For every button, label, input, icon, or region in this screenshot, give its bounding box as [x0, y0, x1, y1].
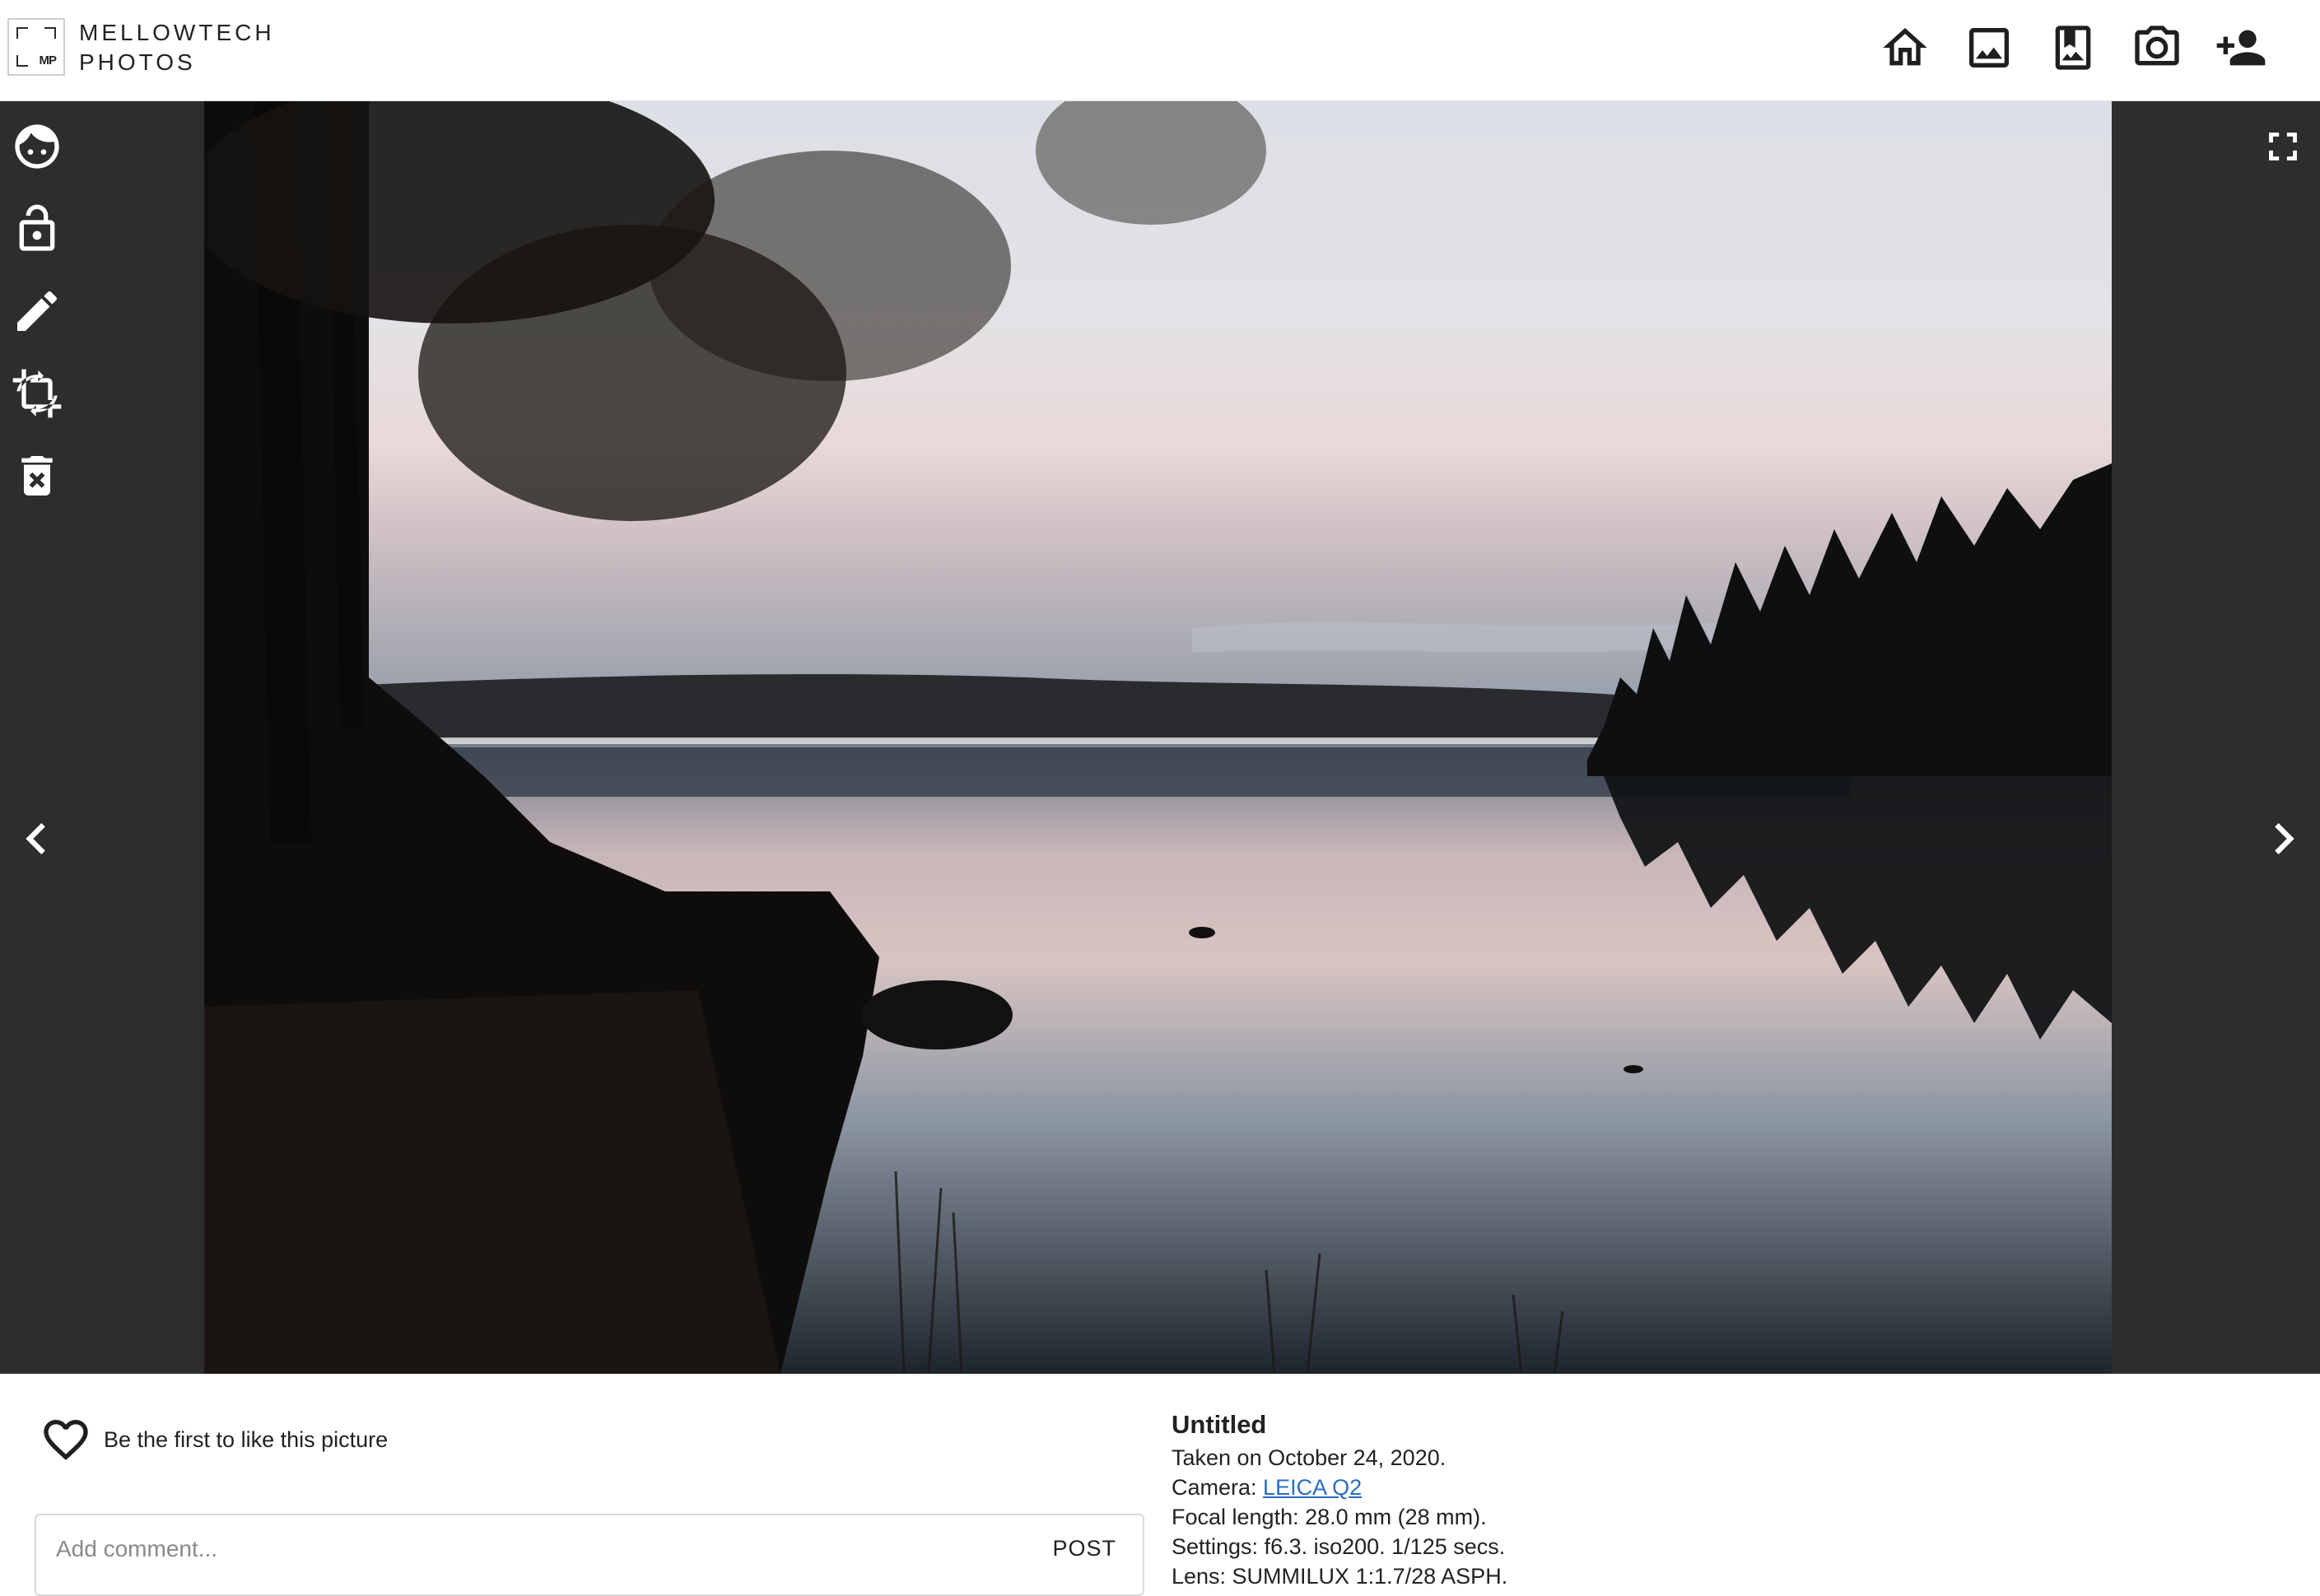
camera-label: Camera: [1172, 1475, 1264, 1500]
edit-icon [17, 291, 58, 331]
photo-title: Untitled [1172, 1410, 1267, 1439]
gallery-button[interactable] [1958, 18, 2020, 77]
camera-row: Camera: LEICA Q2 [1172, 1473, 1507, 1502]
logo-corner [16, 27, 28, 39]
comment-input[interactable] [54, 1529, 963, 1570]
image-icon [1969, 28, 2009, 67]
unlock-icon [19, 204, 55, 251]
camera-button[interactable] [2126, 18, 2188, 77]
taken-date: Taken on October 24, 2020. [1172, 1445, 1447, 1470]
exposure-settings: Settings: f6.3. iso200. 1/125 secs. [1172, 1534, 1506, 1559]
photo-canvas [204, 101, 2112, 1374]
album-icon [2055, 26, 2091, 70]
delete-icon [21, 456, 53, 496]
home-button[interactable] [1874, 18, 1936, 77]
brand-name[interactable]: MELLOWTECH PHOTOS [79, 18, 275, 77]
logo[interactable]: MP [7, 18, 65, 76]
focal-length: Focal length: 28.0 mm (28 mm). [1172, 1505, 1487, 1529]
brand-line-2: PHOTOS [79, 49, 196, 75]
face-icon [15, 124, 59, 169]
comment-box: POST [35, 1514, 1144, 1596]
like-row: Be the first to like this picture [40, 1413, 388, 1466]
like-status-text: Be the first to like this picture [104, 1426, 389, 1452]
edit-button[interactable] [8, 282, 66, 340]
logo-corner [44, 27, 56, 39]
brand-line-1: MELLOWTECH [79, 20, 275, 45]
chevron-left-icon [26, 823, 45, 854]
add-user-icon [2216, 30, 2266, 66]
photo-details-panel: Be the first to like this picture POST U… [0, 1374, 2320, 1596]
heart-icon[interactable] [40, 1413, 92, 1466]
home-icon [1883, 28, 1927, 66]
post-comment-button[interactable]: POST [1047, 1530, 1121, 1566]
delete-button[interactable] [8, 447, 66, 505]
next-photo-button[interactable] [2252, 799, 2315, 878]
add-user-button[interactable] [2210, 18, 2272, 77]
logo-mark: MP [39, 54, 57, 67]
tag-face-button[interactable] [8, 118, 66, 175]
fullscreen-button[interactable] [2254, 118, 2312, 175]
photo-info: Untitled Taken on October 24, 2020. Came… [1172, 1407, 1507, 1591]
album-button[interactable] [2042, 18, 2104, 77]
crop-rotate-button[interactable] [8, 365, 66, 422]
previous-photo-button[interactable] [5, 799, 68, 878]
chevron-right-icon [2275, 823, 2294, 854]
fullscreen-icon [2269, 133, 2297, 161]
privacy-button[interactable] [8, 200, 66, 258]
photo-viewer [0, 101, 2320, 1374]
camera-icon [2135, 26, 2179, 66]
camera-link[interactable]: LEICA Q2 [1263, 1475, 1362, 1500]
app-header: MP MELLOWTECH PHOTOS [0, 0, 2320, 101]
lake-sunset-photo[interactable] [204, 101, 2112, 1374]
crop-rotate-icon [12, 369, 62, 418]
lens-info: Lens: SUMMILUX 1:1.7/28 ASPH. [1172, 1564, 1508, 1589]
logo-corner [16, 55, 28, 67]
